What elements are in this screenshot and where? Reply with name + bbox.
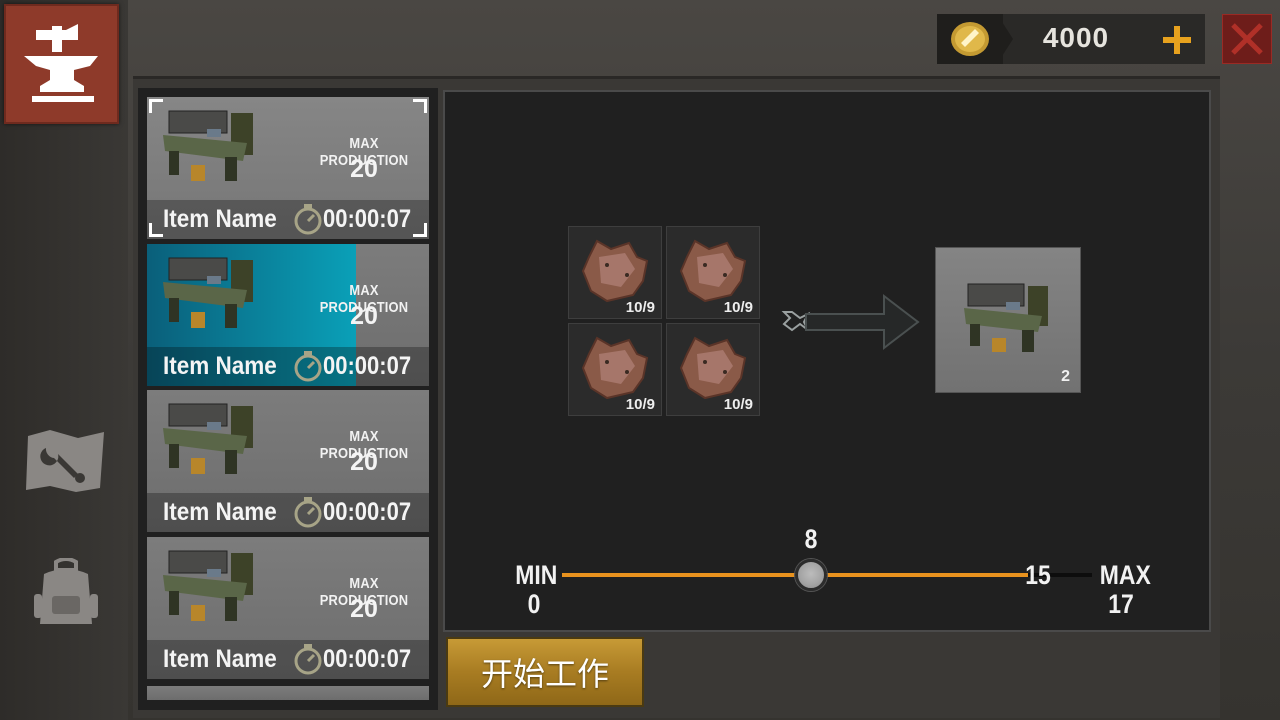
craft-time: 00:00:07 — [323, 645, 412, 673]
workbench-icon — [163, 550, 253, 621]
craft-arrow-icon — [781, 293, 920, 351]
currency-amount: 4000 — [1042, 22, 1110, 53]
tab-forge[interactable] — [4, 4, 119, 124]
stopwatch-icon — [294, 497, 322, 528]
currency-bar: 4000 — [937, 14, 1205, 64]
material-count: 10/9 — [625, 396, 655, 413]
result-count: 2 — [1061, 368, 1070, 385]
add-currency-button[interactable] — [1161, 24, 1193, 56]
material-count: 10/9 — [723, 299, 753, 316]
max-production-value: 20 — [350, 595, 378, 623]
workbench-icon — [163, 257, 253, 328]
material-count: 10/9 — [625, 299, 655, 316]
gold-coin-icon — [951, 22, 989, 56]
slider-min-value: 0 — [527, 589, 541, 619]
craft-time: 00:00:07 — [323, 352, 412, 380]
recipe-card[interactable]: MAX PRODUCTION 20 Item Name 00:00:07 — [147, 390, 429, 532]
material-slot: 10/9 — [568, 323, 662, 416]
max-production-value: 20 — [350, 155, 378, 183]
slider-min-label: MIN — [515, 560, 558, 590]
recipe-card[interactable] — [147, 686, 429, 700]
item-name: Item Name — [163, 498, 277, 526]
tab-repair[interactable] — [24, 428, 106, 498]
material-slot: 10/9 — [666, 226, 760, 319]
max-production-value: 20 — [350, 302, 378, 330]
stopwatch-icon — [294, 644, 322, 675]
max-production-value: 20 — [350, 448, 378, 476]
material-count: 10/9 — [723, 396, 753, 413]
close-icon — [1231, 23, 1263, 55]
craft-time: 00:00:07 — [323, 205, 412, 233]
metal-plate-icon — [679, 336, 747, 400]
close-button[interactable] — [1222, 14, 1272, 64]
workbench-icon — [964, 283, 1048, 352]
start-work-button[interactable]: 开始工作 — [446, 637, 644, 707]
backpack-icon — [34, 557, 98, 624]
item-name: Item Name — [163, 645, 277, 673]
stopwatch-icon — [294, 204, 322, 235]
slider-cap-value: 15 — [1025, 560, 1052, 590]
selection-corner — [149, 99, 163, 113]
metal-plate-icon — [679, 239, 747, 303]
slider-current-value: 8 — [804, 524, 818, 554]
metal-plate-icon — [581, 239, 649, 303]
workbench-icon — [163, 110, 253, 181]
material-slot: 10/9 — [568, 226, 662, 319]
repair-wrench-icon — [26, 430, 104, 492]
craft-time: 00:00:07 — [323, 498, 412, 526]
selection-corner — [413, 99, 427, 113]
recipe-card[interactable]: MAX PRODUCTION 20 Item Name 00:00:07 — [147, 244, 429, 386]
metal-plate-icon — [581, 336, 649, 400]
material-slot: 10/9 — [666, 323, 760, 416]
item-name: Item Name — [163, 205, 277, 233]
workbench-icon — [163, 403, 253, 474]
item-name: Item Name — [163, 352, 277, 380]
recipe-card[interactable]: MAX PRODUCTION 20 Item Name 00:00:07 — [147, 97, 429, 239]
slider-max-value: 17 — [1108, 589, 1134, 619]
slider-max-label: MAX — [1099, 560, 1151, 590]
forge-anvil-icon — [24, 24, 98, 102]
selection-corner — [149, 223, 163, 237]
slider-knob[interactable] — [795, 559, 828, 591]
result-slot: 2 — [935, 247, 1081, 393]
stopwatch-icon — [294, 351, 322, 382]
selection-corner — [413, 223, 427, 237]
recipe-card[interactable]: MAX PRODUCTION 20 Item Name 00:00:07 — [147, 537, 429, 679]
tab-inventory[interactable] — [32, 557, 100, 632]
